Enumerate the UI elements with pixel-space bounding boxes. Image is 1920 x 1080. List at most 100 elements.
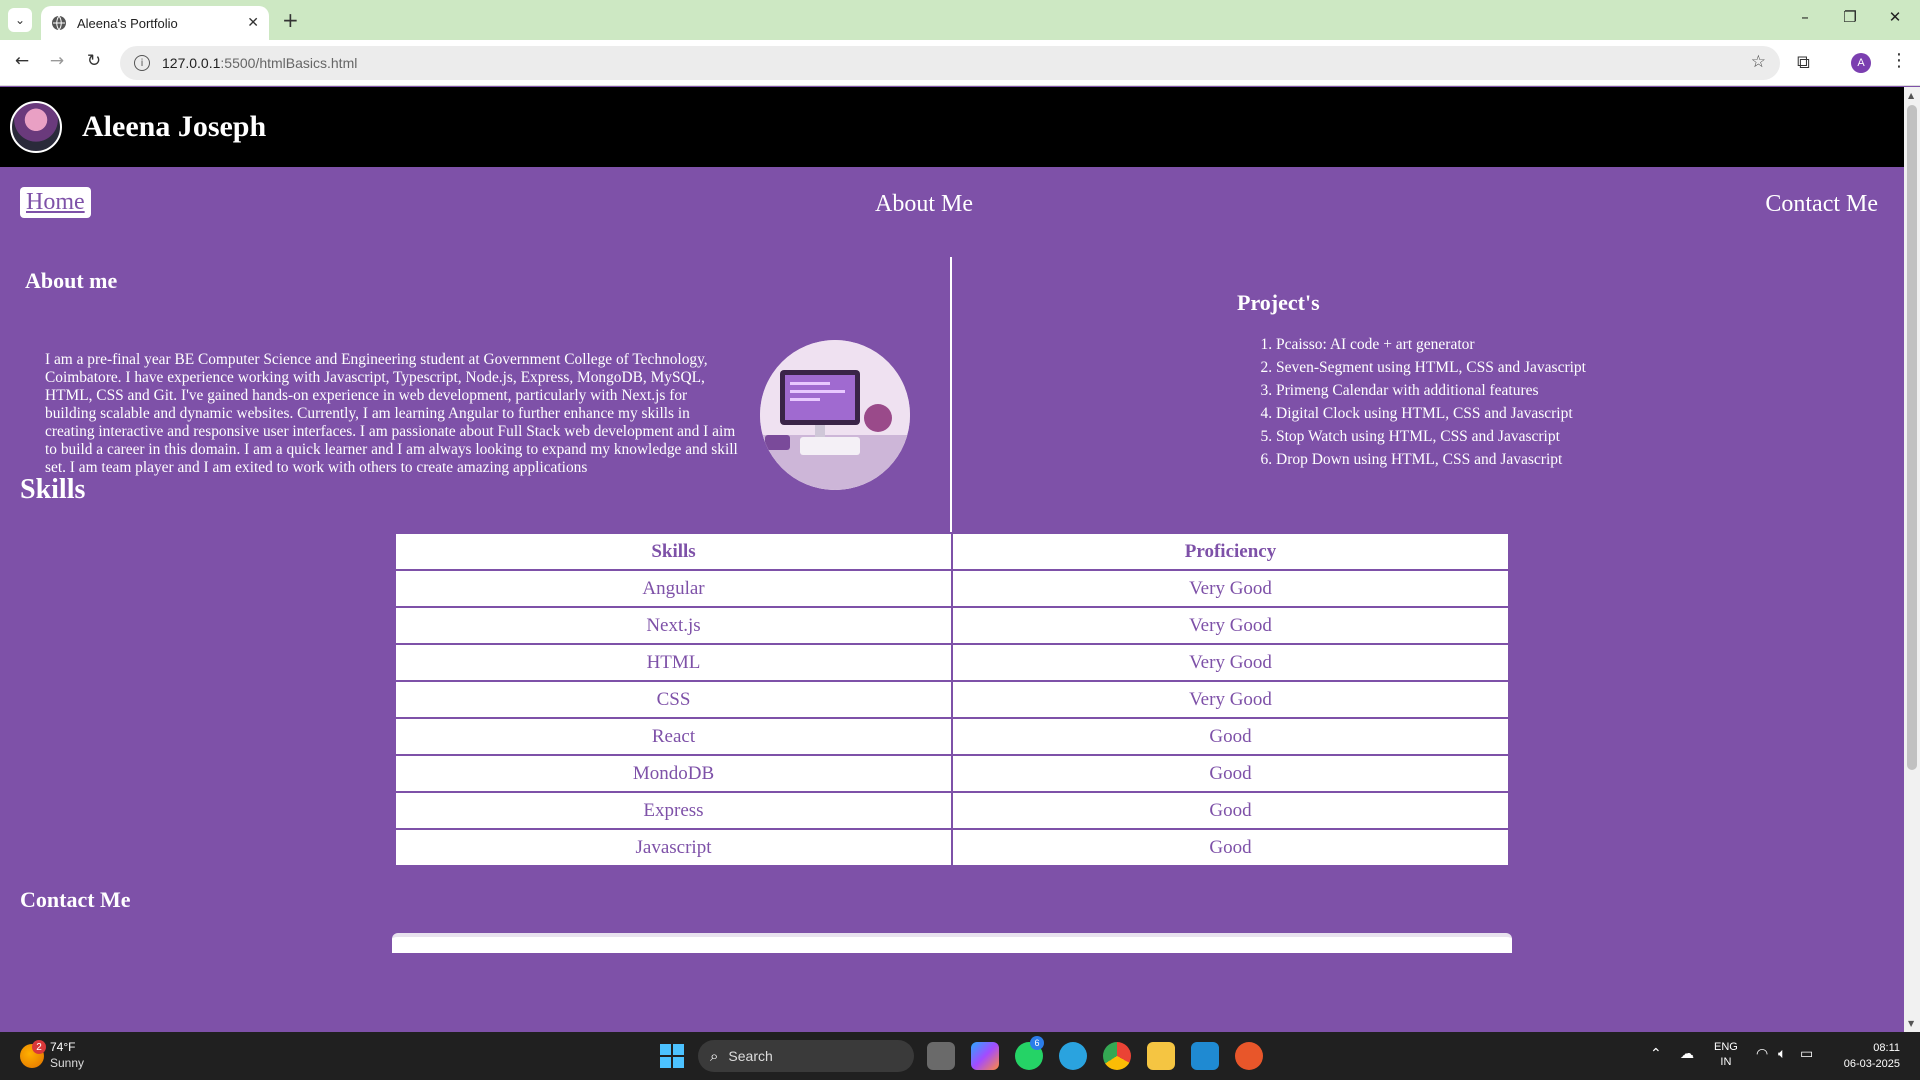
column-header-skills: Skills (394, 532, 953, 571)
os-taskbar: 2 74°F Sunny ⌕ Search 6 ⌃ ☁ ENG IN ◠ 🔈︎ … (0, 1032, 1920, 1080)
back-icon[interactable]: ← (10, 51, 34, 71)
copilot-icon[interactable] (971, 1042, 999, 1070)
scroll-up-arrow-icon[interactable]: ▲ (1908, 91, 1914, 100)
proficiency-cell: Very Good (951, 643, 1510, 682)
tray-chevron-icon[interactable]: ⌃ (1650, 1046, 1662, 1062)
site-nav: Home About Me Contact Me (0, 167, 1904, 245)
project-item: Digital Clock using HTML, CSS and Javasc… (1276, 402, 1586, 425)
browser-tab[interactable]: Aleena's Portfolio ✕ (41, 6, 269, 40)
close-window-icon[interactable]: ✕ (1880, 8, 1910, 26)
search-label: Search (728, 1048, 773, 1064)
site-header: Aleena Joseph (0, 87, 1904, 167)
battery-icon[interactable]: ▭ (1800, 1046, 1813, 1062)
url-host: 127.0.0.1 (162, 55, 221, 71)
new-tab-button[interactable]: + (282, 8, 299, 32)
weather-description: Sunny (50, 1056, 85, 1070)
table-row: React Good (394, 717, 1510, 756)
proficiency-cell: Very Good (951, 680, 1510, 719)
volume-icon[interactable]: 🔈︎ (1778, 1046, 1786, 1062)
clock-time: 08:11 (1873, 1042, 1900, 1054)
url-path: :5500/htmlBasics.html (220, 55, 358, 71)
clock-date: 06-03-2025 (1843, 1058, 1900, 1070)
table-row: Javascript Good (394, 828, 1510, 867)
projects-title: Project's (1237, 290, 1320, 315)
minimize-icon[interactable]: – (1790, 8, 1820, 26)
column-header-proficiency: Proficiency (951, 532, 1510, 571)
windows-start-icon[interactable] (660, 1044, 684, 1068)
tab-title: Aleena's Portfolio (77, 15, 178, 31)
tab-search-button[interactable]: ⌄ (8, 8, 32, 32)
skill-cell: Angular (394, 569, 953, 608)
proficiency-cell: Good (951, 717, 1510, 756)
browser-toolbar: ← → ↻ i 127.0.0.1 :5500/htmlBasics.html … (0, 40, 1920, 86)
forward-icon[interactable]: → (45, 51, 69, 71)
vscode-icon[interactable] (1191, 1042, 1219, 1070)
about-title: About me (25, 268, 118, 293)
skill-cell: Javascript (394, 828, 953, 867)
tab-close-icon[interactable]: ✕ (247, 15, 259, 31)
system-clock[interactable]: 08:11 06-03-2025 (1836, 1040, 1900, 1072)
project-item: Drop Down using HTML, CSS and Javascript (1276, 448, 1586, 471)
section-divider (950, 257, 952, 532)
telegram-icon[interactable] (1059, 1042, 1087, 1070)
onedrive-cloud-icon[interactable]: ☁ (1680, 1046, 1694, 1062)
file-explorer-icon[interactable] (1147, 1042, 1175, 1070)
nav-link-about[interactable]: About Me (875, 191, 973, 218)
scroll-down-arrow-icon[interactable]: ▼ (1908, 1019, 1914, 1028)
nav-link-contact[interactable]: Contact Me (1765, 191, 1878, 218)
table-row: HTML Very Good (394, 643, 1510, 682)
postman-icon[interactable] (1235, 1042, 1263, 1070)
table-row: MondoDB Good (394, 754, 1510, 793)
profile-photo (10, 101, 62, 153)
search-icon: ⌕ (710, 1047, 719, 1065)
table-header-row: Skills Proficiency (394, 532, 1510, 571)
weather-badge: 2 (32, 1040, 46, 1054)
about-text: I am a pre-final year BE Computer Scienc… (45, 351, 738, 476)
weather-temperature: 74°F (50, 1040, 76, 1054)
project-item: Stop Watch using HTML, CSS and Javascrip… (1276, 425, 1586, 448)
projects-list: Pcaisso: AI code + art generator Seven-S… (1250, 333, 1586, 471)
project-item: Primeng Calendar with additional feature… (1276, 379, 1586, 402)
scrollbar-thumb[interactable] (1907, 105, 1917, 770)
chrome-icon[interactable] (1103, 1042, 1131, 1070)
skills-table: Skills Proficiency Angular Very Good Next… (394, 532, 1510, 867)
skill-cell: MondoDB (394, 754, 953, 793)
menu-kebab-icon[interactable]: ⋮ (1890, 50, 1908, 71)
whatsapp-badge: 6 (1030, 1036, 1044, 1050)
language-indicator[interactable]: ENG IN (1714, 1040, 1738, 1070)
proficiency-cell: Good (951, 791, 1510, 830)
site-name: Aleena Joseph (82, 110, 267, 143)
proficiency-cell: Good (951, 754, 1510, 793)
skill-cell: React (394, 717, 953, 756)
contact-title: Contact Me (20, 887, 131, 912)
skill-cell: Next.js (394, 606, 953, 645)
site-info-icon[interactable]: i (134, 55, 150, 71)
nav-link-home[interactable]: Home (20, 187, 91, 218)
wifi-icon[interactable]: ◠ (1756, 1046, 1768, 1062)
table-row: Angular Very Good (394, 569, 1510, 608)
skill-cell: Express (394, 791, 953, 830)
desk-computer-image (760, 340, 910, 490)
globe-icon (52, 15, 66, 31)
proficiency-cell: Very Good (951, 606, 1510, 645)
project-item: Pcaisso: AI code + art generator (1276, 333, 1586, 356)
taskbar-search[interactable]: ⌕ Search (698, 1040, 914, 1072)
page-scrollbar[interactable]: ▲ ▼ (1904, 87, 1920, 1032)
extensions-icon[interactable]: ⧉ (1797, 52, 1810, 73)
browser-tabbar: ⌄ Aleena's Portfolio ✕ + – ❐ ✕ (0, 0, 1920, 40)
skill-cell: CSS (394, 680, 953, 719)
task-view-icon[interactable] (927, 1042, 955, 1070)
reload-icon[interactable]: ↻ (82, 51, 106, 71)
restore-icon[interactable]: ❐ (1835, 8, 1865, 26)
table-row: Express Good (394, 791, 1510, 830)
skill-cell: HTML (394, 643, 953, 682)
contact-form-container (392, 933, 1512, 953)
proficiency-cell: Very Good (951, 569, 1510, 608)
table-row: CSS Very Good (394, 680, 1510, 719)
skills-title: Skills (20, 474, 86, 505)
profile-avatar[interactable]: A (1851, 53, 1871, 73)
bookmark-star-icon[interactable]: ☆ (1751, 52, 1766, 72)
address-bar[interactable]: i 127.0.0.1 :5500/htmlBasics.html ☆ (120, 46, 1780, 80)
about-projects-row: About me I am a pre-final year BE Comput… (0, 245, 1904, 535)
project-item: Seven-Segment using HTML, CSS and Javasc… (1276, 356, 1586, 379)
